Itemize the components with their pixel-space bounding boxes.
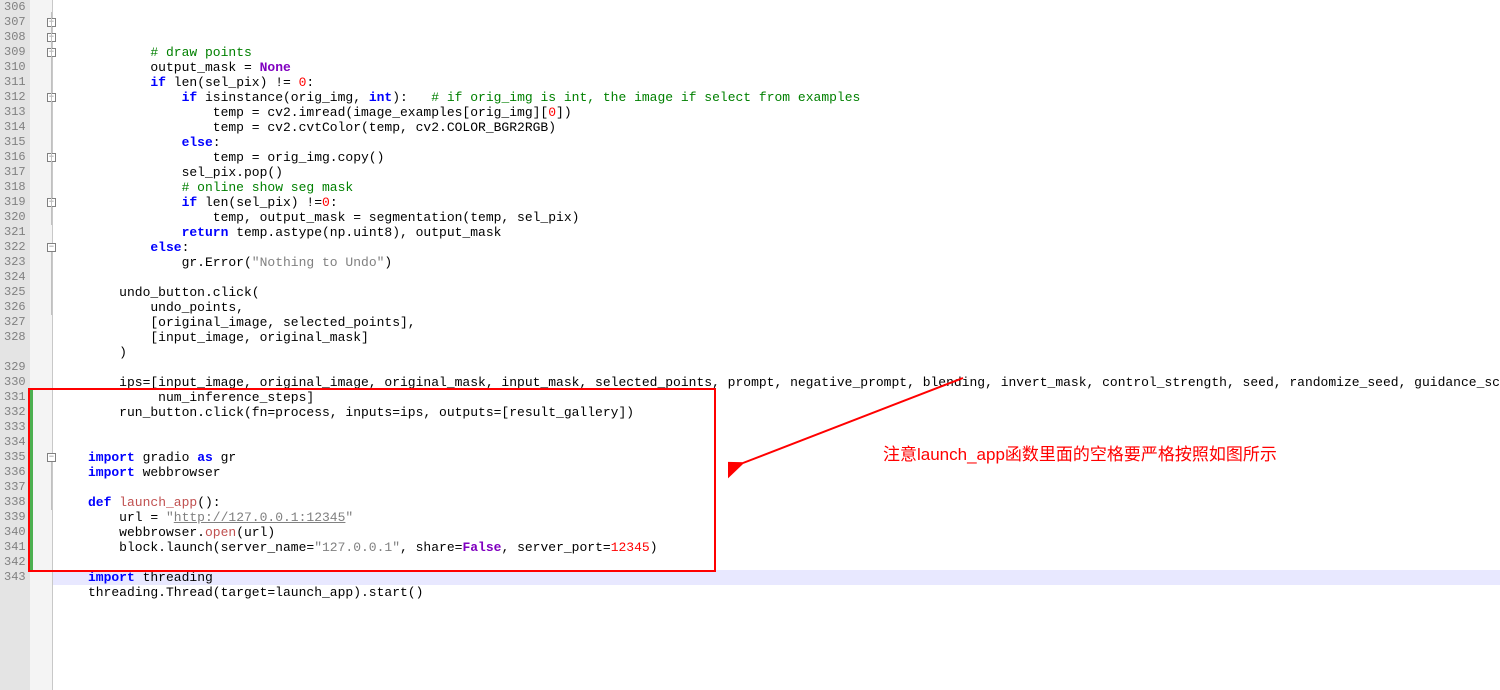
code-line[interactable]: temp, output_mask = segmentation(temp, s… xyxy=(57,210,1500,225)
line-number: 318 xyxy=(4,180,24,195)
line-number: 320 xyxy=(4,210,24,225)
code-line[interactable]: ips=[input_image, original_image, origin… xyxy=(57,375,1500,390)
line-number: 332 xyxy=(4,405,24,420)
line-number: 329 xyxy=(4,360,24,375)
code-line[interactable]: temp = orig_img.copy() xyxy=(57,150,1500,165)
line-number: 341 xyxy=(4,540,24,555)
line-number: 312 xyxy=(4,90,24,105)
line-number: 311 xyxy=(4,75,24,90)
line-number: 326 xyxy=(4,300,24,315)
code-line[interactable]: import gradio as gr xyxy=(57,450,1500,465)
line-number: 336 xyxy=(4,465,24,480)
line-number: 323 xyxy=(4,255,24,270)
code-line[interactable]: def launch_app(): xyxy=(57,495,1500,510)
code-line[interactable] xyxy=(57,600,1500,615)
code-line[interactable]: temp = cv2.cvtColor(temp, cv2.COLOR_BGR2… xyxy=(57,120,1500,135)
code-line[interactable]: threading.Thread(target=launch_app).star… xyxy=(57,585,1500,600)
code-line[interactable]: if isinstance(orig_img, int): # if orig_… xyxy=(57,90,1500,105)
code-line[interactable]: if len(sel_pix) != 0: xyxy=(57,75,1500,90)
code-line[interactable]: gr.Error("Nothing to Undo") xyxy=(57,255,1500,270)
line-number: 310 xyxy=(4,60,24,75)
code-line[interactable] xyxy=(57,360,1500,375)
line-number: 339 xyxy=(4,510,24,525)
line-number: 324 xyxy=(4,270,24,285)
code-line[interactable] xyxy=(57,555,1500,570)
code-line[interactable]: # online show seg mask xyxy=(57,180,1500,195)
line-number: 315 xyxy=(4,135,24,150)
code-line[interactable]: sel_pix.pop() xyxy=(57,165,1500,180)
code-line[interactable] xyxy=(57,435,1500,450)
line-number: 338 xyxy=(4,495,24,510)
line-number: 335 xyxy=(4,450,24,465)
line-number: 327 xyxy=(4,315,24,330)
line-number: 308 xyxy=(4,30,24,45)
line-number: 307 xyxy=(4,15,24,30)
line-number: 325 xyxy=(4,285,24,300)
line-number: 317 xyxy=(4,165,24,180)
line-number: 322 xyxy=(4,240,24,255)
code-line[interactable] xyxy=(57,480,1500,495)
line-number: 340 xyxy=(4,525,24,540)
code-line[interactable] xyxy=(57,270,1500,285)
code-line[interactable]: url = "http://127.0.0.1:12345" xyxy=(57,510,1500,525)
code-line[interactable]: ) xyxy=(57,345,1500,360)
code-line[interactable]: # draw points xyxy=(57,45,1500,60)
code-line[interactable]: run_button.click(fn=process, inputs=ips,… xyxy=(57,405,1500,420)
line-number: 330 xyxy=(4,375,24,390)
annotation-text: 注意launch_app函数里面的空格要严格按照如图所示 xyxy=(883,440,1277,465)
fold-column[interactable]: −−−−−−−− xyxy=(30,0,53,690)
line-number: 319 xyxy=(4,195,24,210)
line-number: 343 xyxy=(4,570,24,585)
code-line[interactable]: output_mask = None xyxy=(57,60,1500,75)
code-line[interactable] xyxy=(57,615,1500,630)
code-line[interactable]: block.launch(server_name="127.0.0.1", sh… xyxy=(57,540,1500,555)
line-number: 334 xyxy=(4,435,24,450)
line-number: 309 xyxy=(4,45,24,60)
line-number: 342 xyxy=(4,555,24,570)
code-line[interactable]: else: xyxy=(57,240,1500,255)
code-line[interactable]: temp = cv2.imread(image_examples[orig_im… xyxy=(57,105,1500,120)
code-line[interactable]: import webbrowser xyxy=(57,465,1500,480)
line-number: 333 xyxy=(4,420,24,435)
code-line[interactable]: undo_points, xyxy=(57,300,1500,315)
line-number: 337 xyxy=(4,480,24,495)
code-line[interactable]: if len(sel_pix) !=0: xyxy=(57,195,1500,210)
code-line[interactable]: else: xyxy=(57,135,1500,150)
code-area[interactable]: # draw points output_mask = None if len(… xyxy=(53,0,1500,690)
code-line[interactable] xyxy=(57,420,1500,435)
code-line[interactable]: undo_button.click( xyxy=(57,285,1500,300)
code-line[interactable]: import threading xyxy=(57,570,1500,585)
code-line[interactable]: num_inference_steps] xyxy=(57,390,1500,405)
code-line[interactable]: return temp.astype(np.uint8), output_mas… xyxy=(57,225,1500,240)
line-number: 314 xyxy=(4,120,24,135)
code-editor[interactable]: 3063073083093103113123133143153163173183… xyxy=(0,0,1500,690)
code-line[interactable]: [original_image, selected_points], xyxy=(57,315,1500,330)
line-number: 328 xyxy=(4,330,24,345)
line-number: 331 xyxy=(4,390,24,405)
line-number: 316 xyxy=(4,150,24,165)
code-line[interactable]: webbrowser.open(url) xyxy=(57,525,1500,540)
line-number xyxy=(4,345,24,360)
line-number: 306 xyxy=(4,0,24,15)
line-number: 313 xyxy=(4,105,24,120)
line-number: 321 xyxy=(4,225,24,240)
change-marker xyxy=(30,390,33,570)
line-number-gutter: 3063073083093103113123133143153163173183… xyxy=(0,0,30,690)
code-line[interactable]: [input_image, original_mask] xyxy=(57,330,1500,345)
